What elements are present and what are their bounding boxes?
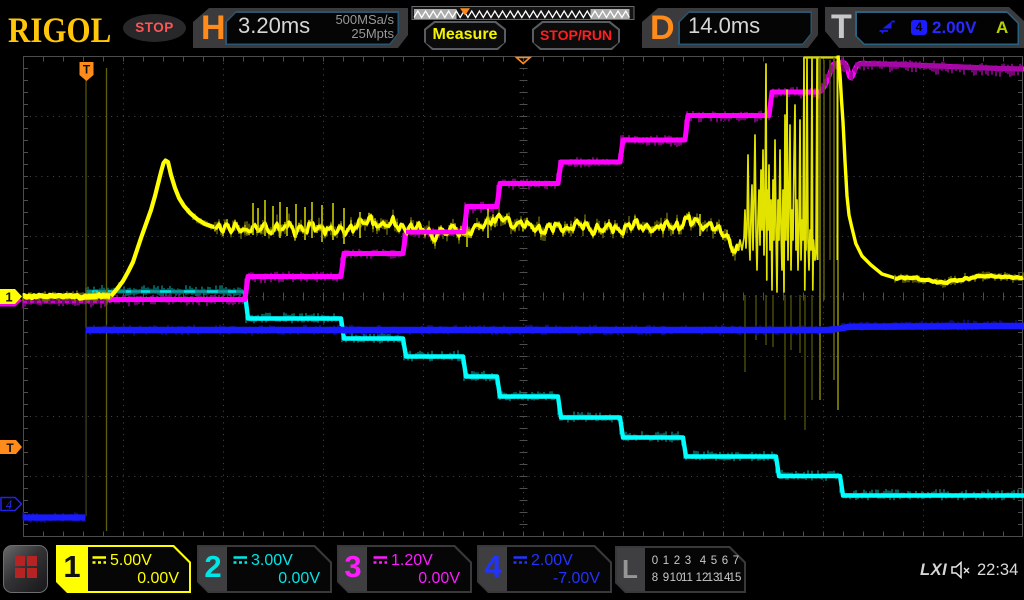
svg-text:1: 1 [5,290,12,305]
svg-text:4: 4 [6,498,12,512]
svg-text:T: T [83,63,91,77]
svg-text:T: T [6,441,14,455]
